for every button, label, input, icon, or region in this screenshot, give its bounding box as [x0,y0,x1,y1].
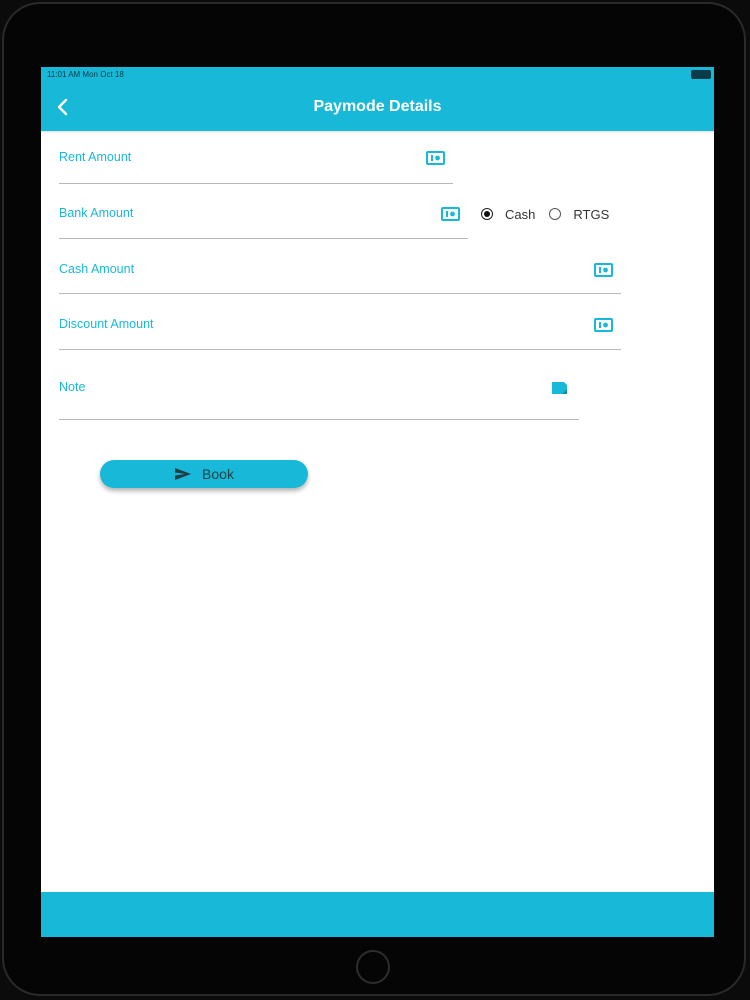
app-screen: 11:01 AM Mon Oct 18 Paymode Details Rent… [41,67,714,937]
rent-amount-field[interactable]: Rent Amount [59,150,457,185]
home-button[interactable] [356,950,390,984]
discount-amount-field[interactable]: Discount Amount [59,317,625,351]
tablet-frame: 11:01 AM Mon Oct 18 Paymode Details Rent… [2,2,746,996]
rent-amount-input[interactable] [59,150,457,185]
cash-amount-field[interactable]: Cash Amount [59,262,625,295]
bank-amount-input[interactable] [59,206,472,240]
radio-cash[interactable]: Cash [481,207,535,222]
note-input[interactable] [59,380,583,421]
bank-amount-field[interactable]: Bank Amount [59,206,472,240]
radio-rtgs[interactable]: RTGS [549,207,609,222]
status-bar: 11:01 AM Mon Oct 18 [41,67,714,83]
back-button[interactable] [51,95,75,119]
radio-rtgs-label: RTGS [573,206,610,222]
app-bar: Paymode Details [41,83,714,131]
book-button-label: Book [202,466,234,482]
radio-selected-indicator [481,208,493,220]
discount-amount-input[interactable] [59,317,625,351]
bottom-bar [41,892,714,937]
note-field[interactable]: Note [59,380,583,421]
status-time: 11:01 AM Mon Oct 18 [47,70,124,79]
book-button[interactable]: Book [100,460,308,488]
radio-cash-label: Cash [505,206,536,222]
cash-amount-input[interactable] [59,262,625,295]
radio-unselected-indicator [549,208,562,220]
send-icon [175,468,192,480]
page-title: Paymode Details [313,98,442,115]
payment-mode-group: Cash RTGS [481,205,623,223]
chevron-left-icon [57,98,68,116]
battery-icon [691,70,711,79]
